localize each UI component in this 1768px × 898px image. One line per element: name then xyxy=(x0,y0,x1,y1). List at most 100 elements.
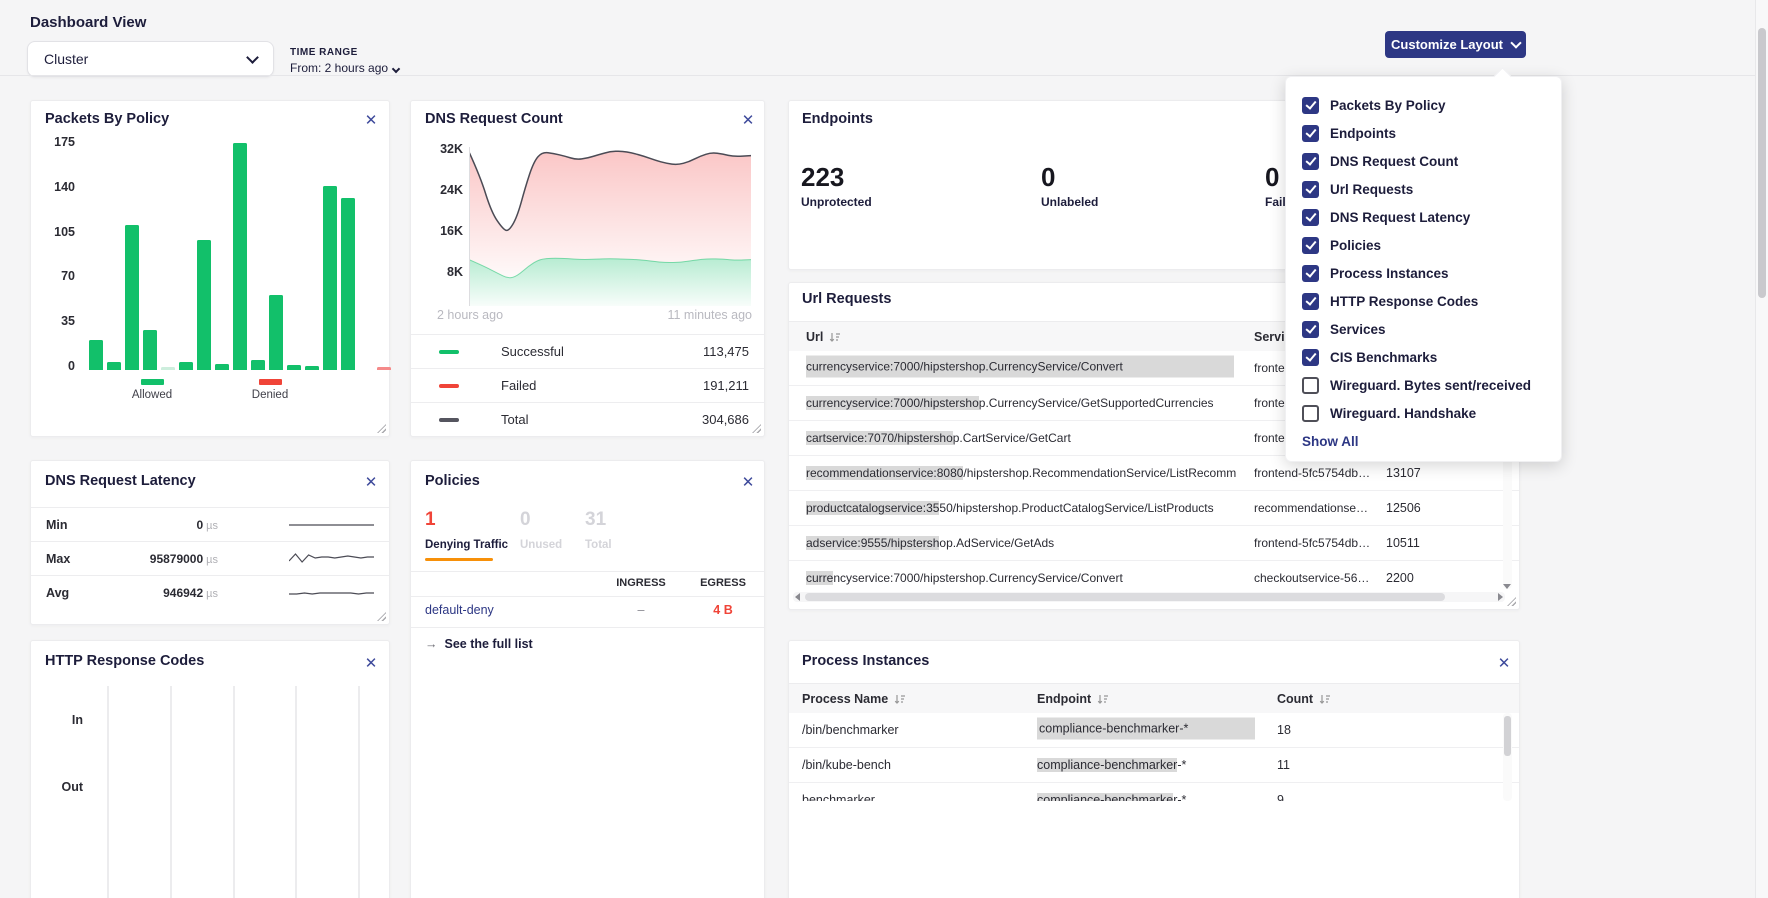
close-icon[interactable] xyxy=(362,474,380,492)
legend-name: Failed xyxy=(501,378,536,393)
policy-link-default-deny[interactable]: default-deny xyxy=(425,603,494,617)
stat-unlabeled: 0 Unlabeled xyxy=(1041,163,1098,209)
menu-item-services[interactable]: Services xyxy=(1286,315,1561,343)
menu-item-policies[interactable]: Policies xyxy=(1286,231,1561,259)
count-cell: 10511 xyxy=(1386,536,1476,550)
resize-handle[interactable] xyxy=(377,612,386,621)
menu-item-wireguard-handshake[interactable]: Wireguard. Handshake xyxy=(1286,399,1561,427)
menu-item-label: Wireguard. Bytes sent/received xyxy=(1330,378,1531,393)
url-cell: cartservice:7070/hipstershop.CartService… xyxy=(806,431,1251,445)
tab-total[interactable]: Total xyxy=(585,539,612,551)
arrow-right-icon xyxy=(425,637,438,651)
y-axis-tick: 24K xyxy=(419,183,463,197)
checkbox-checked-icon[interactable] xyxy=(1302,153,1319,170)
total-count: 31 xyxy=(585,509,606,531)
url-highlight-chip: recommendationservice:8080 xyxy=(806,466,963,480)
scrollbar-thumb[interactable] xyxy=(805,593,1445,601)
allowed-bar xyxy=(269,295,283,370)
panel-title: DNS Request Latency xyxy=(45,473,196,489)
time-range-value-button[interactable]: From: 2 hours ago xyxy=(290,61,399,75)
url-cell: currencyservice:7000/hipstershop.Currenc… xyxy=(806,356,1251,381)
denied-legend-swatch xyxy=(259,379,282,385)
menu-item-url-requests[interactable]: Url Requests xyxy=(1286,175,1561,203)
menu-item-wireguard-bytes-sent-received[interactable]: Wireguard. Bytes sent/received xyxy=(1286,371,1561,399)
endpoint-highlight-chip: compliance-benchmarker xyxy=(1037,758,1177,772)
scrollbar-thumb[interactable] xyxy=(1758,28,1766,298)
gridline xyxy=(358,686,360,898)
scroll-right-icon[interactable] xyxy=(1498,593,1503,601)
tab-unused[interactable]: Unused xyxy=(520,539,562,551)
menu-item-packets-by-policy[interactable]: Packets By Policy xyxy=(1286,91,1561,119)
allowed-bar xyxy=(323,186,337,370)
scrollbar-thumb[interactable] xyxy=(1504,716,1511,756)
checkbox-checked-icon[interactable] xyxy=(1302,265,1319,282)
sort-icon[interactable] xyxy=(1319,694,1331,705)
url-cell: productcatalogservice:3550/hipstershop.P… xyxy=(806,501,1251,515)
tab-denying-traffic[interactable]: Denying Traffic xyxy=(425,539,508,551)
show-all-link[interactable]: Show All xyxy=(1286,427,1561,449)
close-icon[interactable] xyxy=(1495,655,1513,673)
gridline xyxy=(170,686,172,898)
checkbox-checked-icon[interactable] xyxy=(1302,349,1319,366)
menu-item-dns-request-latency[interactable]: DNS Request Latency xyxy=(1286,203,1561,231)
allowed-bar xyxy=(161,367,175,370)
url-highlight-chip: productcatalogservice:35 xyxy=(806,501,939,515)
resize-handle[interactable] xyxy=(1507,597,1516,606)
panel-title: Url Requests xyxy=(802,291,891,307)
sort-icon[interactable] xyxy=(894,694,906,705)
packets-by-policy-panel: Packets By Policy 175 140 105 70 35 0 Al… xyxy=(30,100,390,437)
menu-item-http-response-codes[interactable]: HTTP Response Codes xyxy=(1286,287,1561,315)
menu-item-cis-benchmarks[interactable]: CIS Benchmarks xyxy=(1286,343,1561,371)
process-instance-row: /bin/benchmarkercompliance-benchmarker-*… xyxy=(789,713,1519,748)
column-header-count[interactable]: Count xyxy=(1277,684,1331,714)
dns-request-count-panel: DNS Request Count 32K 24K 16K 8K 2 hours… xyxy=(410,100,765,437)
column-header-process-name[interactable]: Process Name xyxy=(802,684,906,714)
close-icon[interactable] xyxy=(362,655,380,673)
checkbox-unchecked-icon[interactable] xyxy=(1302,405,1319,422)
customize-layout-button[interactable]: Customize Layout xyxy=(1385,31,1526,58)
allowed-bar xyxy=(233,143,247,370)
checkbox-checked-icon[interactable] xyxy=(1302,321,1319,338)
horizontal-scrollbar[interactable] xyxy=(793,592,1505,602)
page-scrollbar[interactable] xyxy=(1755,0,1768,898)
check-icon xyxy=(1305,98,1316,110)
menu-item-dns-request-count[interactable]: DNS Request Count xyxy=(1286,147,1561,175)
vertical-scrollbar[interactable] xyxy=(1503,713,1512,801)
checkbox-checked-icon[interactable] xyxy=(1302,97,1319,114)
process-name-cell: benchmarker xyxy=(802,793,1022,801)
x-axis-label-start: 2 hours ago xyxy=(437,308,503,322)
allowed-bar xyxy=(305,366,319,370)
see-full-list-link[interactable]: See the full list xyxy=(425,637,533,651)
stat-value: 223 xyxy=(801,163,872,191)
dashboard-view-select[interactable]: Cluster xyxy=(27,41,274,77)
checkbox-unchecked-icon[interactable] xyxy=(1302,377,1319,394)
menu-item-process-instances[interactable]: Process Instances xyxy=(1286,259,1561,287)
menu-item-label: Process Instances xyxy=(1330,266,1449,281)
checkbox-checked-icon[interactable] xyxy=(1302,293,1319,310)
url-cell: currencyservice:7000/hipstershop.Currenc… xyxy=(806,396,1251,410)
y-axis-label-out: Out xyxy=(53,780,83,794)
panel-title: DNS Request Count xyxy=(425,111,563,127)
checkbox-checked-icon[interactable] xyxy=(1302,237,1319,254)
count-cell: 11 xyxy=(1277,758,1367,772)
allowed-bar xyxy=(143,330,157,370)
checkbox-checked-icon[interactable] xyxy=(1302,125,1319,142)
menu-item-label: Policies xyxy=(1330,238,1381,253)
column-header-endpoint[interactable]: Endpoint xyxy=(1037,684,1109,714)
latency-value: 95879000 xyxy=(150,552,203,566)
y-axis-label-in: In xyxy=(53,713,83,727)
sort-icon[interactable] xyxy=(1097,694,1109,705)
sort-icon[interactable] xyxy=(829,332,841,343)
checkbox-checked-icon[interactable] xyxy=(1302,209,1319,226)
panel-title: HTTP Response Codes xyxy=(45,653,204,669)
close-icon[interactable] xyxy=(739,112,757,130)
scroll-left-icon[interactable] xyxy=(795,593,800,601)
resize-handle[interactable] xyxy=(377,424,386,433)
y-axis-tick: 16K xyxy=(419,224,463,238)
menu-item-endpoints[interactable]: Endpoints xyxy=(1286,119,1561,147)
close-icon[interactable] xyxy=(362,112,380,130)
close-icon[interactable] xyxy=(739,474,757,492)
checkbox-checked-icon[interactable] xyxy=(1302,181,1319,198)
scroll-down-icon[interactable] xyxy=(1503,584,1511,589)
column-header-url[interactable]: Url xyxy=(806,322,841,352)
